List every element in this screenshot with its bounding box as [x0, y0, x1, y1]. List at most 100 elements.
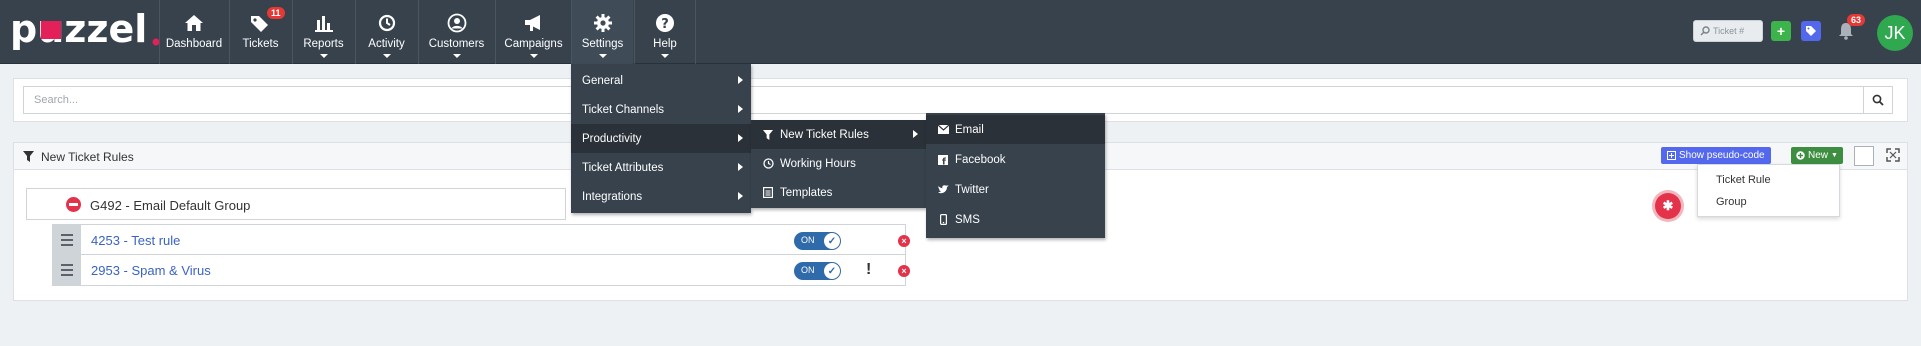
- plus-circle-icon: [1796, 151, 1805, 160]
- avatar[interactable]: JK: [1877, 15, 1913, 51]
- svg-text:f: f: [942, 157, 946, 165]
- history-icon: [377, 12, 397, 34]
- chevron-right-icon: [738, 105, 743, 113]
- notifications-button[interactable]: 63: [1838, 14, 1866, 43]
- filter-icon: [762, 129, 774, 140]
- ticket-number-search[interactable]: Ticket #: [1693, 20, 1763, 42]
- caret-down-icon: ▼: [1831, 152, 1838, 159]
- chevron-right-icon: [738, 76, 743, 84]
- gear-icon: [593, 12, 613, 34]
- menu-item-templates[interactable]: Templates: [751, 178, 926, 207]
- menu-item-label: Productivity: [582, 132, 642, 145]
- new-ticket-rule-option[interactable]: Ticket Rule: [1716, 174, 1771, 186]
- toggle-state-label: ON: [801, 265, 815, 275]
- file-text-icon: [762, 187, 774, 198]
- menu-item-label: Working Hours: [780, 157, 856, 170]
- tag-icon: [1806, 26, 1816, 36]
- remove-group-icon[interactable]: [66, 197, 81, 212]
- menu-item-sms[interactable]: SMS: [926, 205, 1105, 234]
- nav-reports[interactable]: Reports: [292, 0, 354, 64]
- menu-item-ticket-channels[interactable]: Ticket Channels: [571, 95, 751, 124]
- add-ticket-button[interactable]: +: [1771, 21, 1791, 41]
- rule-link[interactable]: 2953 - Spam & Virus: [91, 263, 211, 278]
- productivity-submenu: New Ticket Rules Working Hours Templates: [751, 120, 926, 208]
- tag-button[interactable]: [1801, 21, 1821, 41]
- mobile-phone-icon: [937, 214, 949, 225]
- nav-campaigns-label: Campaigns: [504, 38, 563, 50]
- chevron-right-icon: [738, 134, 743, 142]
- menu-item-working-hours[interactable]: Working Hours: [751, 149, 926, 178]
- top-navigation-bar: puzzel Dashboard 11 Tickets Reports Acti…: [0, 0, 1921, 64]
- new-group-option[interactable]: Group: [1716, 196, 1747, 208]
- rule-link[interactable]: 4253 - Test rule: [91, 233, 180, 248]
- chevron-down-icon: [598, 54, 607, 58]
- chevron-down-icon: [529, 54, 538, 58]
- menu-item-label: Ticket Channels: [582, 103, 665, 116]
- rule-toggle[interactable]: ON ✓: [794, 262, 841, 280]
- nav-tickets-label: Tickets: [242, 38, 279, 50]
- menu-item-productivity[interactable]: Productivity: [571, 124, 751, 153]
- nav-campaigns[interactable]: Campaigns: [495, 0, 571, 64]
- plus-icon: +: [1776, 23, 1786, 39]
- menu-item-email[interactable]: Email: [926, 115, 1105, 144]
- search-icon: [1872, 94, 1884, 106]
- search-button[interactable]: [1863, 86, 1893, 114]
- ticket-search-placeholder: Ticket #: [1713, 26, 1745, 36]
- group-name: G492 - Email Default Group: [90, 198, 251, 213]
- menu-item-integrations[interactable]: Integrations: [571, 182, 751, 211]
- nav-customers-label: Customers: [428, 38, 485, 50]
- plus-square-icon: [1667, 151, 1676, 160]
- check-icon: ✓: [824, 263, 840, 279]
- menu-item-label: Twitter: [955, 183, 989, 196]
- tickets-count-badge: 11: [267, 7, 285, 19]
- menu-item-label: Ticket Attributes: [582, 161, 664, 174]
- menu-item-label: Integrations: [582, 190, 643, 203]
- menu-item-label: SMS: [955, 213, 980, 226]
- nav-help[interactable]: ? Help: [634, 0, 696, 64]
- delete-rule-icon[interactable]: ×: [898, 235, 910, 247]
- settings-menu: General Ticket Channels Productivity Tic…: [571, 64, 751, 213]
- check-icon: ✓: [824, 233, 840, 249]
- table-row: 2953 - Spam & Virus ON ✓ ! ×: [52, 254, 910, 286]
- menu-item-label: Templates: [780, 186, 833, 199]
- svg-text:puzzel: puzzel: [10, 8, 147, 51]
- chevron-right-icon: [913, 130, 918, 138]
- menu-item-twitter[interactable]: Twitter: [926, 175, 1105, 204]
- nav-settings[interactable]: Settings: [571, 0, 633, 64]
- menu-item-facebook[interactable]: f Facebook: [926, 145, 1105, 174]
- tutorial-marker-icon: ✱: [1655, 193, 1681, 219]
- clock-icon: [762, 158, 774, 169]
- select-checkbox[interactable]: [1854, 146, 1874, 166]
- nav-activity[interactable]: Activity: [355, 0, 417, 64]
- toggle-state-label: ON: [801, 235, 815, 245]
- nav-help-label: Help: [653, 38, 677, 50]
- svg-text:?: ?: [661, 17, 669, 32]
- drag-handle-icon[interactable]: [53, 255, 81, 285]
- rule-toggle[interactable]: ON ✓: [794, 232, 841, 250]
- search-icon: [1700, 26, 1710, 36]
- menu-item-ticket-attributes[interactable]: Ticket Attributes: [571, 153, 751, 182]
- delete-rule-icon[interactable]: ×: [898, 265, 910, 277]
- bullhorn-icon: [523, 12, 545, 34]
- logo-graphic: puzzel: [10, 8, 160, 51]
- nav-dashboard[interactable]: Dashboard: [159, 0, 228, 64]
- chevron-down-icon: [382, 54, 391, 58]
- show-pseudo-code-button[interactable]: Show pseudo-code: [1661, 147, 1771, 164]
- show-pseudo-code-label: Show pseudo-code: [1679, 150, 1765, 161]
- drag-handle-icon[interactable]: [53, 225, 81, 255]
- nav-settings-label: Settings: [581, 38, 624, 50]
- nav-tickets[interactable]: 11 Tickets: [229, 0, 291, 64]
- new-button[interactable]: New ▼: [1791, 147, 1843, 164]
- rule-group-row[interactable]: G492 - Email Default Group: [26, 188, 566, 220]
- search-input[interactable]: Search...: [23, 86, 1864, 114]
- notification-count-badge: 63: [1847, 14, 1866, 26]
- nav-customers[interactable]: Customers: [418, 0, 494, 64]
- puzzel-logo[interactable]: puzzel: [10, 8, 160, 52]
- nav-dashboard-label: Dashboard: [165, 38, 223, 50]
- menu-item-new-ticket-rules[interactable]: New Ticket Rules: [751, 120, 926, 149]
- expand-icon[interactable]: [1886, 148, 1900, 162]
- new-dropdown-menu: Ticket Rule Group: [1697, 164, 1840, 217]
- new-button-label: New: [1808, 150, 1829, 161]
- facebook-icon: f: [937, 154, 949, 165]
- menu-item-general[interactable]: General: [571, 66, 751, 95]
